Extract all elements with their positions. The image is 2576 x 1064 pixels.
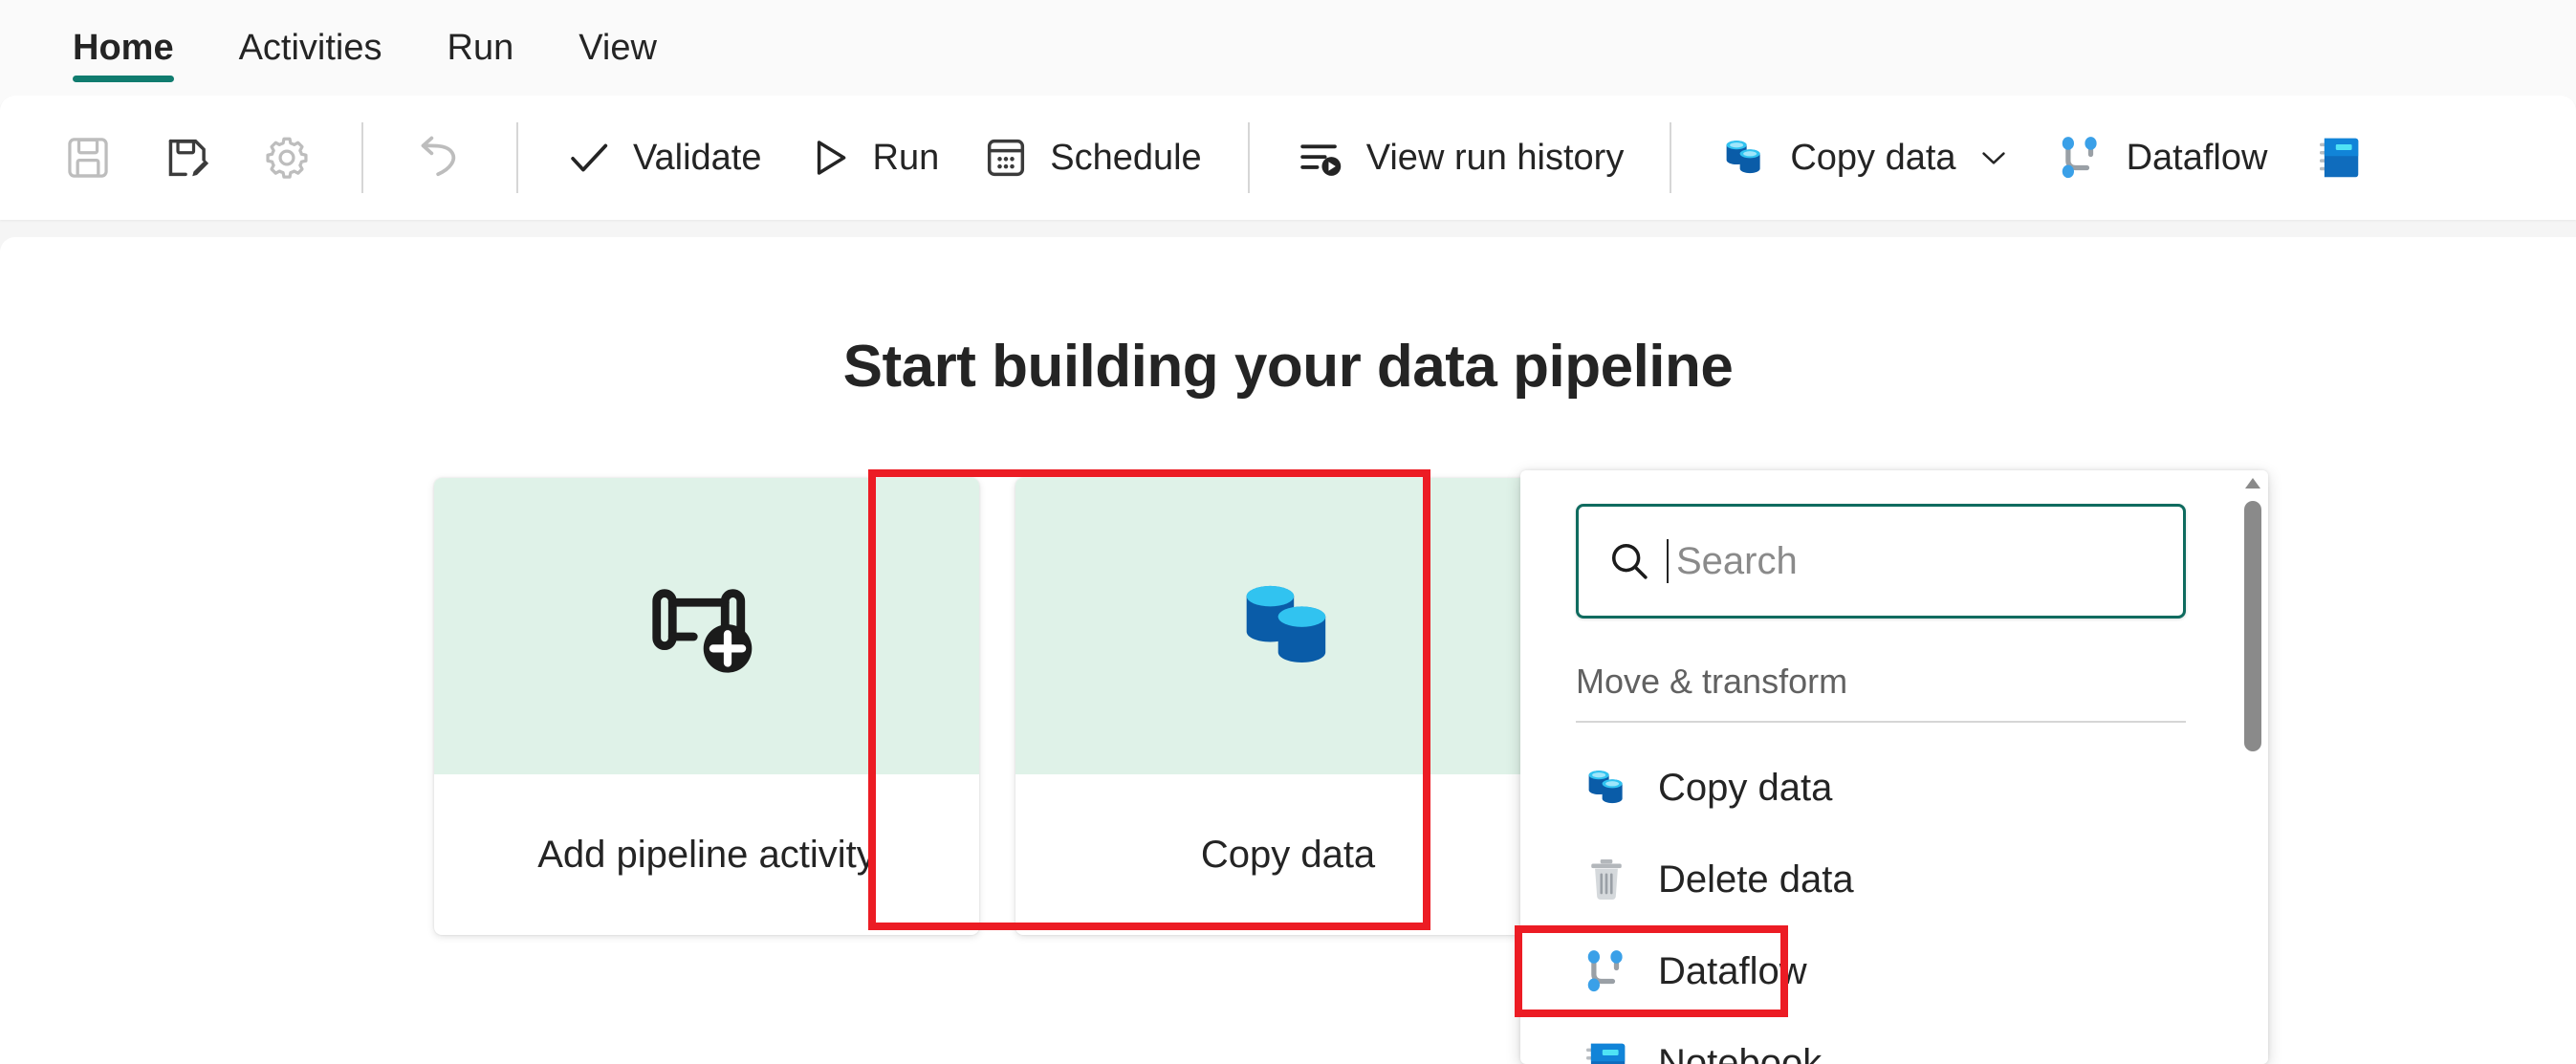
dataflow-icon — [2062, 137, 2097, 179]
menu-item-label: Notebook — [1658, 1041, 1823, 1064]
chevron-down-icon[interactable] — [1976, 140, 2012, 176]
run-history-icon — [1299, 144, 1341, 176]
dataflow-label: Dataflow — [2126, 137, 2268, 178]
card-label: Copy data — [1200, 833, 1376, 876]
search-box[interactable] — [1576, 504, 2186, 619]
menu-group-divider — [1576, 721, 2186, 723]
schedule-label: Schedule — [1050, 137, 1202, 178]
save-as-icon — [168, 139, 209, 177]
tab-run[interactable]: Run — [415, 0, 547, 96]
card-add-pipeline-activity[interactable]: Add pipeline activity — [434, 478, 979, 935]
pipeline-editor-window: Home Activities Run View Validate Run Sc… — [0, 0, 2576, 1064]
activity-menu-list: Copy data Delete data Dataflow Notebook — [1520, 742, 2268, 1064]
card-art — [1015, 478, 1561, 774]
search-input[interactable] — [1676, 539, 2135, 583]
tab-activities-label: Activities — [238, 27, 382, 68]
schedule-button[interactable]: Schedule — [960, 117, 1222, 199]
notebook-icon — [1586, 1043, 1626, 1064]
scroll-up-arrow-icon[interactable] — [2245, 478, 2260, 489]
view-run-history-label: View run history — [1365, 137, 1625, 178]
card-copy-data[interactable]: Copy data — [1015, 478, 1561, 935]
card-art — [434, 478, 979, 774]
toolbar-container: Validate Run Schedule View run history C… — [0, 96, 2576, 220]
tab-home-label: Home — [73, 27, 174, 68]
toolbar-divider — [516, 122, 518, 193]
save-icon — [68, 138, 108, 178]
toolbar-divider — [1670, 122, 1672, 193]
play-icon — [817, 141, 845, 175]
card-label: Add pipeline activity — [537, 833, 876, 876]
search-icon — [1611, 543, 1648, 579]
toolbar-divider — [1247, 122, 1250, 193]
tab-view[interactable]: View — [546, 0, 689, 96]
ribbon-tabstrip: Home Activities Run View — [0, 0, 2576, 96]
menu-item-notebook[interactable]: Notebook — [1520, 1017, 2268, 1064]
notebook-button[interactable] — [2288, 117, 2391, 199]
undo-icon — [421, 136, 456, 177]
gear-icon — [266, 137, 308, 179]
dataflow-button[interactable]: Dataflow — [2033, 117, 2289, 199]
scrollbar-thumb[interactable] — [2244, 501, 2261, 751]
tab-view-label: View — [579, 27, 657, 68]
copy-data-label: Copy data — [1790, 137, 1956, 178]
menu-item-label: Delete data — [1658, 858, 1854, 901]
menu-item-dataflow[interactable]: Dataflow — [1520, 925, 2268, 1017]
copy-data-icon — [1588, 771, 1623, 804]
copy-data-button[interactable]: Copy data — [1696, 117, 2032, 199]
undo-button[interactable] — [388, 117, 491, 199]
menu-item-copy-data[interactable]: Copy data — [1520, 742, 2268, 834]
menu-item-label: Copy data — [1658, 766, 1833, 809]
page-title: Start building your data pipeline — [842, 334, 1734, 400]
validate-button[interactable]: Validate — [543, 117, 783, 199]
save-button[interactable] — [38, 117, 138, 199]
copy-data-icon — [1726, 141, 1760, 174]
menu-item-delete-data[interactable]: Delete data — [1520, 834, 2268, 925]
pipeline-add-icon — [652, 589, 753, 673]
save-as-button[interactable] — [138, 117, 237, 199]
ribbon-toolbar: Validate Run Schedule View run history C… — [0, 96, 2576, 220]
tab-activities[interactable]: Activities — [207, 0, 415, 96]
menu-group-label: Move & transform — [1576, 662, 1848, 701]
add-activity-dropdown: Move & transform Copy data — [1520, 470, 2268, 1064]
toolbar-divider — [361, 122, 363, 193]
tab-run-label: Run — [447, 27, 514, 68]
settings-button[interactable] — [237, 117, 337, 199]
text-cursor — [1667, 539, 1669, 583]
run-button[interactable]: Run — [783, 117, 961, 199]
delete-data-icon — [1591, 859, 1622, 901]
run-label: Run — [872, 137, 940, 178]
checkmark-icon — [571, 143, 608, 172]
menu-item-label: Dataflow — [1658, 949, 1807, 992]
dataflow-icon — [1587, 950, 1623, 992]
view-run-history-button[interactable]: View run history — [1275, 117, 1646, 199]
notebook-icon — [2320, 138, 2359, 178]
validate-label: Validate — [633, 137, 762, 178]
copy-data-icon — [1246, 585, 1326, 662]
tab-home[interactable]: Home — [40, 0, 207, 96]
dropdown-scrollbar[interactable] — [2238, 470, 2268, 1064]
calendar-icon — [988, 139, 1025, 177]
